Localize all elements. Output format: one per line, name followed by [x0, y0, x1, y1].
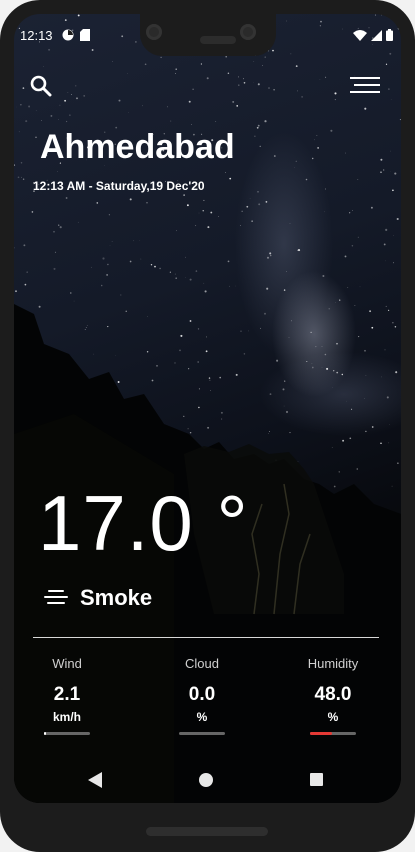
stat-unit: km/h — [52, 710, 81, 724]
menu-button[interactable] — [350, 77, 380, 95]
hamburger-menu-icon — [350, 77, 380, 79]
city-name: Ahmedabad — [40, 128, 235, 166]
menu-line — [354, 84, 380, 86]
phone-frame: 12:13 Ahmedabad 12:13 AM - Saturday,19 D… — [0, 0, 415, 852]
stat-value: 0.0 — [188, 684, 216, 705]
status-time: 12:13 — [20, 28, 53, 43]
status-icons-right — [353, 29, 393, 41]
stat-cloud: Cloud 0.0 % — [157, 656, 247, 735]
cell-signal-icon — [371, 29, 382, 41]
system-navigation-bar — [14, 760, 401, 802]
stat-level-fill — [44, 732, 46, 735]
battery-icon — [386, 29, 393, 41]
stat-level-bar — [310, 732, 356, 735]
stat-level-bar — [44, 732, 90, 735]
bottom-speaker-grille — [146, 827, 268, 836]
wifi-icon — [353, 29, 367, 41]
stat-humidity: Humidity 48.0 % — [288, 656, 378, 735]
menu-line — [350, 91, 380, 93]
stat-unit: % — [196, 710, 208, 724]
stat-wind: Wind 2.1 km/h — [22, 656, 112, 735]
recents-square-icon[interactable] — [310, 773, 323, 786]
stat-level-bar — [179, 732, 225, 735]
weather-condition: Smoke — [80, 585, 153, 610]
local-datetime: 12:13 AM - Saturday,19 Dec'20 — [33, 179, 205, 193]
search-button[interactable] — [30, 75, 52, 97]
back-triangle-icon[interactable] — [88, 772, 102, 788]
front-sensor-icon — [240, 24, 256, 40]
stat-label: Wind — [52, 656, 82, 671]
stat-label: Humidity — [307, 656, 359, 671]
temperature-value: 17.0 ° — [38, 479, 249, 567]
earpiece-speaker — [200, 36, 236, 44]
stat-unit: % — [327, 710, 339, 724]
stat-value: 48.0 — [314, 684, 352, 705]
camera-notch — [140, 12, 276, 56]
sd-card-icon — [80, 29, 90, 41]
home-circle-icon[interactable] — [199, 773, 213, 787]
signal-status-icon — [62, 29, 74, 41]
stat-value: 2.1 — [53, 684, 81, 705]
stat-label: Cloud — [185, 656, 219, 671]
front-camera-icon — [146, 24, 162, 40]
haze-icon — [44, 590, 68, 606]
status-icons-left — [62, 29, 90, 41]
search-icon — [30, 75, 52, 97]
stat-level-fill — [310, 732, 333, 735]
divider — [33, 637, 379, 638]
